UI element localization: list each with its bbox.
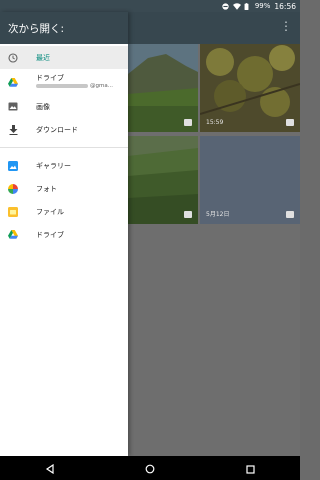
tile-caption: 15:59 [206, 119, 224, 126]
dnd-icon [222, 2, 229, 10]
grid-tile[interactable]: 15:59 [200, 44, 300, 132]
drawer-item-label: ドライブ [36, 230, 64, 239]
photos-icon [8, 183, 18, 194]
drive-icon [8, 77, 18, 87]
image-icon [286, 211, 294, 218]
photo-grid: 15:59 5月12日 [128, 44, 300, 456]
image-icon [184, 211, 192, 218]
system-nav-bar [0, 456, 300, 480]
drawer-item-label: フォト [36, 184, 57, 193]
drawer-item-label: 画像 [36, 102, 50, 111]
recents-icon[interactable] [246, 459, 255, 478]
drawer-app-gallery[interactable]: ギャラリー [0, 154, 128, 177]
drawer-item-downloads[interactable]: ダウンロード [0, 118, 128, 141]
grid-tile[interactable]: 5月12日 [200, 136, 300, 224]
home-icon[interactable] [145, 459, 155, 478]
drawer-item-label: ギャラリー [36, 161, 71, 170]
navigation-drawer: 次から開く: 最近 ドライブ @gma... 画像 ダウンロード ギャラリー フ… [0, 12, 128, 456]
grid-tile[interactable] [128, 136, 198, 224]
drive-account-email: @gma... [36, 83, 113, 89]
clock-icon [8, 52, 18, 63]
tile-caption: 5月12日 [206, 211, 230, 218]
drawer-divider [0, 147, 128, 148]
back-icon[interactable] [45, 459, 55, 478]
grid-tile[interactable] [128, 44, 198, 132]
status-bar: 99% 16:56 [0, 0, 300, 12]
clock-time: 16:56 [274, 1, 296, 11]
drawer-item-label: ファイル [36, 207, 64, 216]
redacted-account [36, 83, 88, 88]
image-icon [184, 119, 192, 126]
drive-icon [8, 230, 18, 240]
drawer-title: 次から開く: [0, 12, 128, 44]
drawer-item-label: 最近 [36, 53, 50, 62]
download-icon [8, 124, 18, 135]
drawer-app-drive[interactable]: ドライブ [0, 223, 128, 246]
wifi-icon [232, 2, 241, 10]
image-icon [8, 102, 18, 112]
drawer-item-images[interactable]: 画像 [0, 95, 128, 118]
drawer-app-photos[interactable]: フォト [0, 177, 128, 200]
files-icon [8, 206, 18, 217]
more-vert-icon[interactable]: ⋮ [280, 20, 292, 32]
drawer-item-label: ダウンロード [36, 125, 78, 134]
image-icon [286, 119, 294, 126]
battery-icon [244, 2, 251, 10]
drawer-app-files[interactable]: ファイル [0, 200, 128, 223]
drawer-item-drive-account[interactable]: ドライブ @gma... [0, 69, 128, 95]
gallery-icon [8, 160, 18, 171]
drawer-item-label: ドライブ [36, 74, 64, 82]
battery-percent: 99% [254, 2, 271, 10]
drawer-item-recent[interactable]: 最近 [0, 46, 128, 69]
